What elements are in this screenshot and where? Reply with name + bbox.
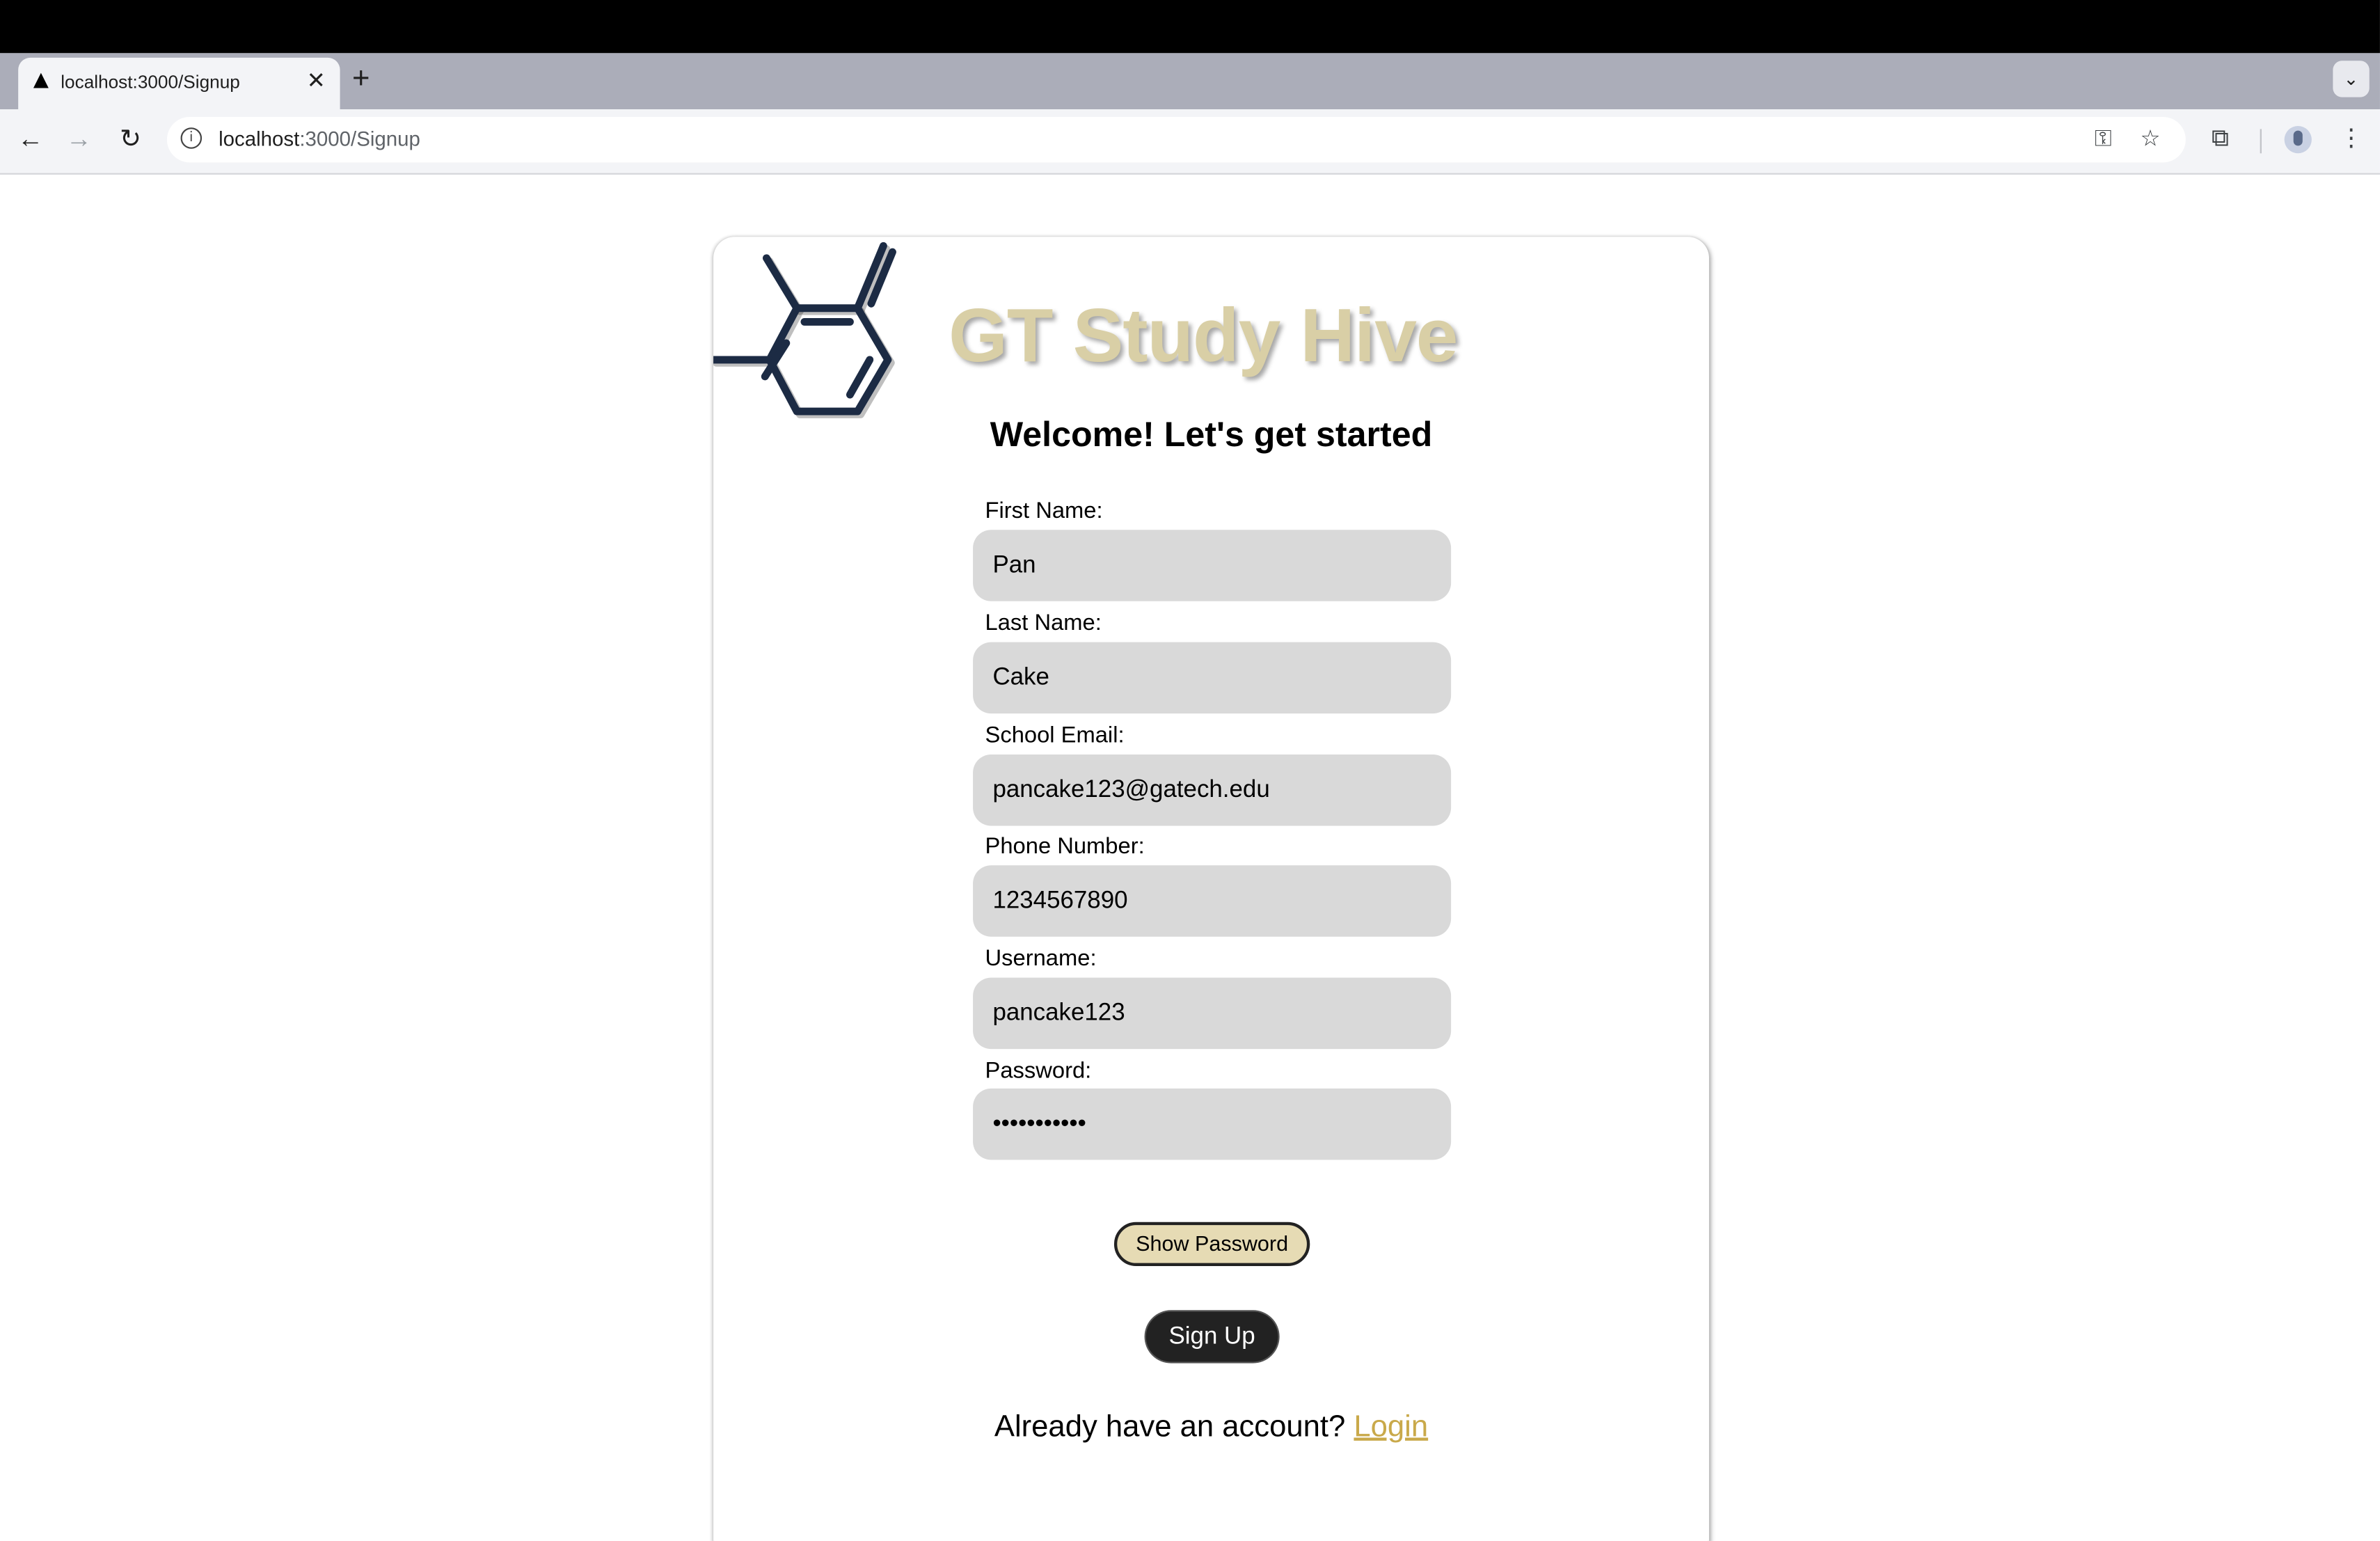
- first-name-input[interactable]: [973, 530, 1452, 601]
- url-text: localhost:3000/Signup: [219, 127, 420, 150]
- screen-top-bar: [0, 0, 2380, 54]
- sign-up-button[interactable]: Sign Up: [1145, 1311, 1278, 1362]
- tab-search-chevron-icon[interactable]: ⌄: [2333, 61, 2370, 97]
- last-name-input[interactable]: [973, 642, 1452, 714]
- username-label: Username:: [985, 945, 1097, 972]
- forward-arrow-icon[interactable]: →: [62, 123, 95, 157]
- address-bar[interactable]: i localhost:3000/Signup ⚿ ☆: [166, 116, 2186, 163]
- triangle-favicon-icon: [33, 72, 49, 88]
- password-key-icon[interactable]: ⚿: [2095, 126, 2112, 153]
- login-prompt: Already have an account? Login: [713, 1410, 1709, 1445]
- new-tab-icon[interactable]: +: [352, 62, 370, 95]
- welcome-heading: Welcome! Let's get started: [990, 414, 1433, 455]
- password-input[interactable]: [973, 1088, 1452, 1160]
- school-email-label: School Email:: [985, 722, 1125, 749]
- phone-number-label: Phone Number:: [985, 833, 1145, 860]
- hexagon-molecule-logo-icon: [713, 242, 896, 418]
- browser-menu-icon[interactable]: ⋮: [2339, 125, 2363, 155]
- last-name-label: Last Name:: [985, 610, 1102, 636]
- app-brand-title: GT Study Hive: [949, 292, 1458, 379]
- first-name-label: First Name:: [985, 498, 1103, 524]
- close-tab-icon[interactable]: ✕: [307, 67, 326, 97]
- school-email-input[interactable]: [973, 754, 1452, 826]
- reload-icon[interactable]: ↻: [114, 123, 148, 157]
- show-password-button[interactable]: Show Password: [1113, 1222, 1310, 1267]
- site-info-icon[interactable]: i: [180, 127, 203, 149]
- extensions-puzzle-icon[interactable]: ⧉: [2212, 125, 2229, 155]
- toolbar-divider: [2260, 129, 2262, 154]
- browser-window: localhost:3000/Signup ✕ + ⌄ ← → ↻ i loca…: [0, 0, 2380, 1541]
- tab-strip: localhost:3000/Signup ✕ + ⌄: [0, 53, 2380, 110]
- tab-signup[interactable]: localhost:3000/Signup ✕: [18, 57, 340, 110]
- username-input[interactable]: [973, 977, 1452, 1050]
- password-label: Password:: [985, 1058, 1092, 1084]
- phone-number-input[interactable]: [973, 865, 1452, 937]
- profile-avatar[interactable]: [2284, 126, 2312, 154]
- back-arrow-icon[interactable]: ←: [14, 123, 47, 157]
- tab-title: localhost:3000/Signup: [61, 71, 240, 93]
- login-link[interactable]: Login: [1354, 1410, 1428, 1444]
- bookmark-star-icon[interactable]: ☆: [2140, 126, 2160, 153]
- already-have-account-text: Already have an account?: [994, 1410, 1354, 1444]
- browser-toolbar: ← → ↻ i localhost:3000/Signup ⚿ ☆ ⧉ ⋮: [0, 109, 2380, 175]
